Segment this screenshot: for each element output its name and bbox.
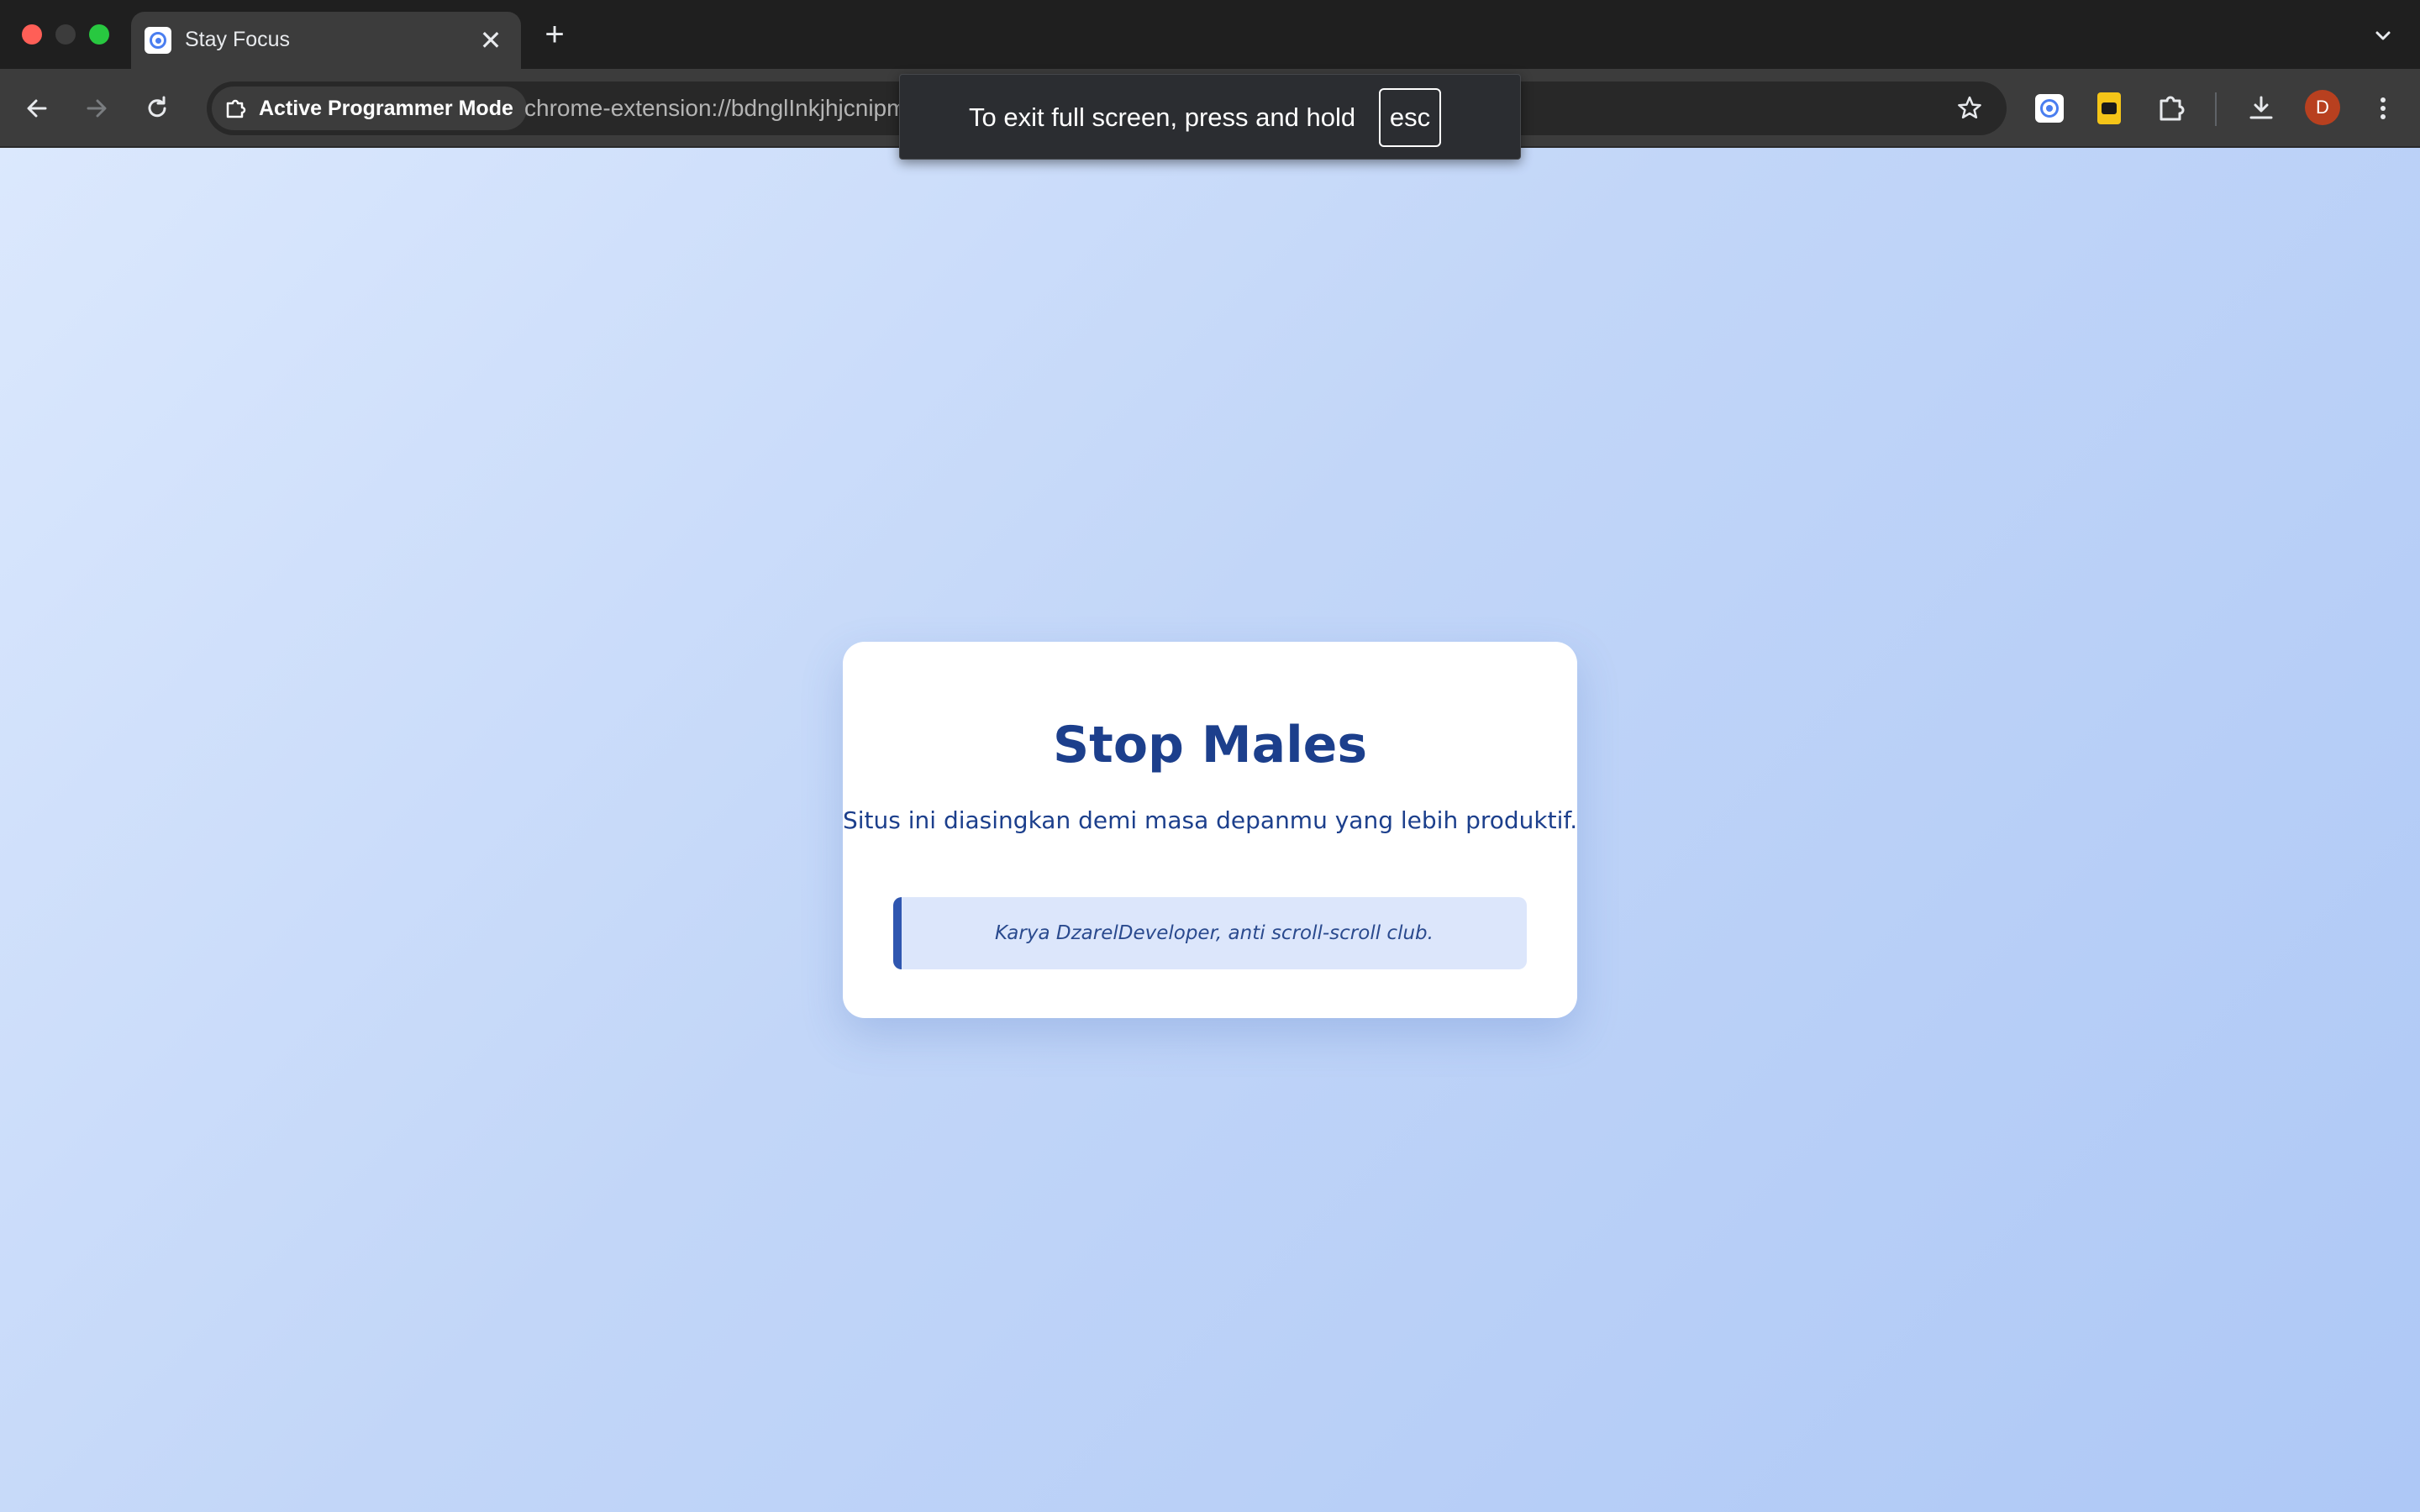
robot-icon (2102, 102, 2117, 114)
downloads-button[interactable] (2241, 88, 2281, 129)
close-window-button[interactable] (22, 24, 42, 45)
puzzle-icon (226, 99, 246, 118)
back-button[interactable] (17, 88, 57, 129)
arrow-right-icon (87, 99, 107, 118)
esc-key-badge: esc (1379, 88, 1441, 147)
star-icon (1958, 96, 1981, 119)
extension-chip-label: Active Programmer Mode (259, 97, 513, 120)
fullscreen-window-button[interactable] (89, 24, 109, 45)
page-background: Stop Males Situs ini diasingkan demi mas… (0, 148, 2420, 1512)
toolbar-divider (2215, 92, 2217, 126)
extension-chip[interactable]: Active Programmer Mode (212, 87, 527, 130)
reload-button[interactable] (137, 88, 177, 129)
puzzle-icon (2160, 96, 2185, 121)
download-icon (2249, 96, 2273, 119)
bookmark-button[interactable] (1949, 88, 1990, 129)
toast-message: To exit full screen, press and hold (969, 102, 1356, 132)
profile-avatar[interactable]: D (2305, 90, 2340, 125)
forward-button[interactable] (76, 88, 117, 129)
stay-focus-extension-button[interactable] (2035, 94, 2064, 123)
more-vertical-icon (2381, 97, 2386, 119)
extensions-menu-button[interactable] (2151, 88, 2191, 129)
blocked-card: Stop Males Situs ini diasingkan demi mas… (843, 642, 1577, 1018)
minimize-window-button[interactable] (55, 24, 76, 45)
browser-menu-button[interactable] (2363, 88, 2403, 129)
page-title: Stop Males (1052, 716, 1368, 774)
chevron-down-icon (2375, 31, 2391, 40)
block-message: Situs ini diasingkan demi masa depanmu y… (843, 806, 1578, 834)
fullscreen-exit-toast: To exit full screen, press and hold esc (899, 74, 1521, 160)
eye-icon (2040, 99, 2059, 118)
tab-strip: Stay Focus ✕ + (0, 0, 2420, 69)
extension-button[interactable] (2097, 92, 2121, 124)
tab-title: Stay Focus (185, 28, 291, 51)
reload-icon (148, 96, 166, 118)
tab-search-button[interactable] (2366, 18, 2400, 52)
tab-stay-focus[interactable]: Stay Focus ✕ (131, 12, 521, 69)
tab-close-button[interactable]: ✕ (472, 22, 509, 59)
credit-text: Karya DzarelDeveloper, anti scroll-scrol… (995, 922, 1434, 944)
new-tab-button[interactable]: + (534, 15, 575, 55)
arrow-left-icon (27, 99, 47, 118)
credit-quote: Karya DzarelDeveloper, anti scroll-scrol… (893, 897, 1527, 969)
eye-icon (145, 27, 171, 54)
